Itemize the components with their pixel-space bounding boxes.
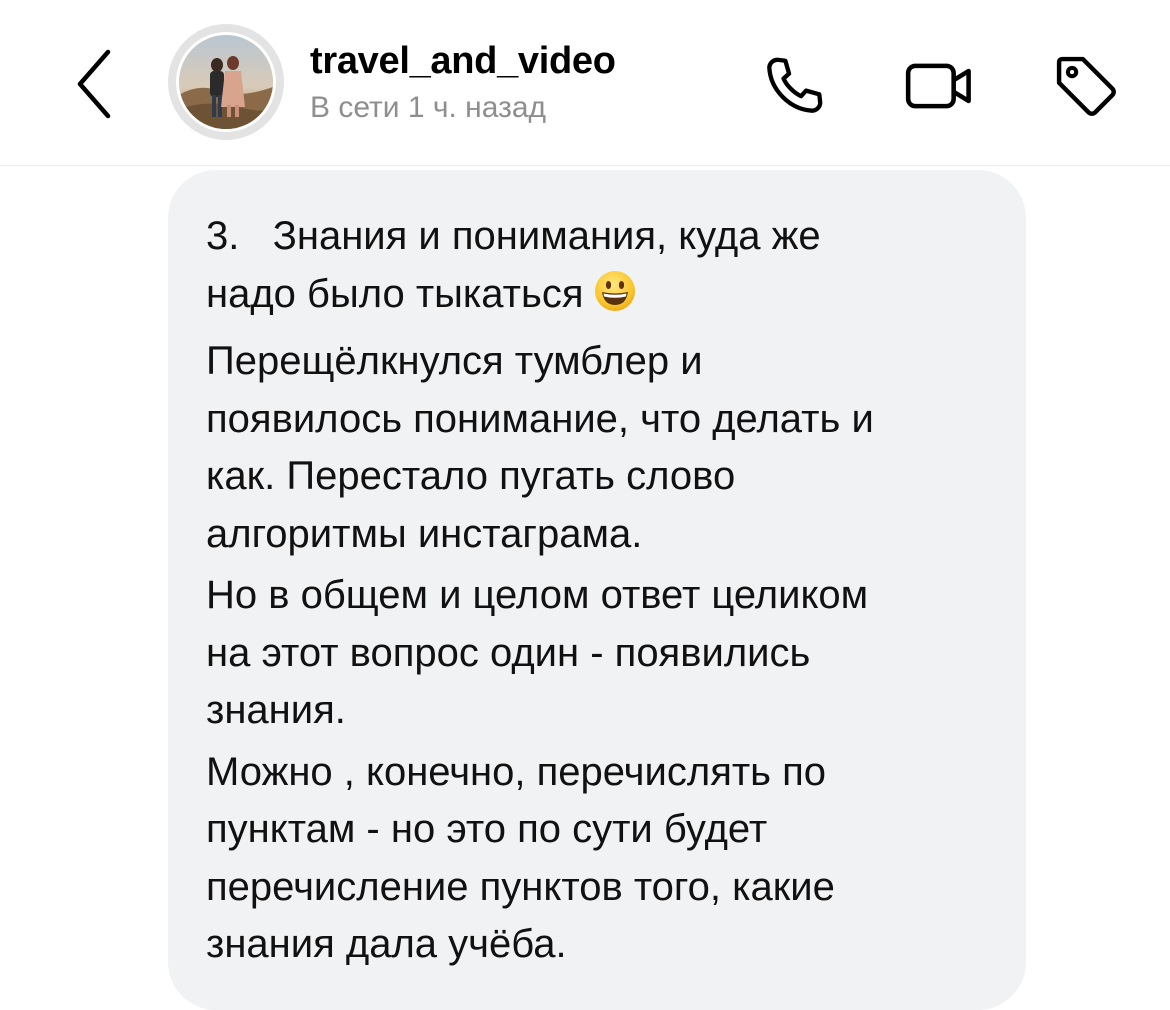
chat-header: travel_and_video В сети 1 ч. назад	[0, 0, 1170, 166]
video-call-button[interactable]	[900, 46, 980, 126]
message-line-1: 3. Знания и понимания, куда же надо было…	[206, 214, 821, 316]
avatar-photo	[176, 32, 276, 132]
message-paragraph-3: Но в общем и целом ответ целиком на этот…	[206, 573, 869, 732]
video-camera-icon	[905, 63, 971, 109]
message-paragraph-2: Перещёлкнулся тумблер и появилось понима…	[206, 339, 874, 556]
message-paragraph-1: 3. Знания и понимания, куда же надо было…	[206, 208, 986, 329]
tag-button[interactable]	[1046, 46, 1126, 126]
online-status: В сети 1 ч. назад	[310, 91, 547, 124]
call-button[interactable]	[754, 46, 834, 126]
contact-username: travel_and_video	[310, 40, 616, 82]
message-bubble[interactable]: 3. Знания и понимания, куда же надо было…	[168, 170, 1026, 1010]
message-paragraph-4: Можно , конечно, перечислять по пунктам …	[206, 749, 835, 967]
chevron-left-icon	[77, 49, 111, 119]
tag-icon	[1056, 56, 1116, 116]
back-button[interactable]	[64, 46, 124, 122]
avatar[interactable]	[168, 24, 284, 140]
grinning-face-emoji	[593, 269, 637, 330]
phone-icon	[767, 57, 823, 113]
contact-info[interactable]: travel_and_video В сети 1 ч. назад	[310, 36, 616, 128]
